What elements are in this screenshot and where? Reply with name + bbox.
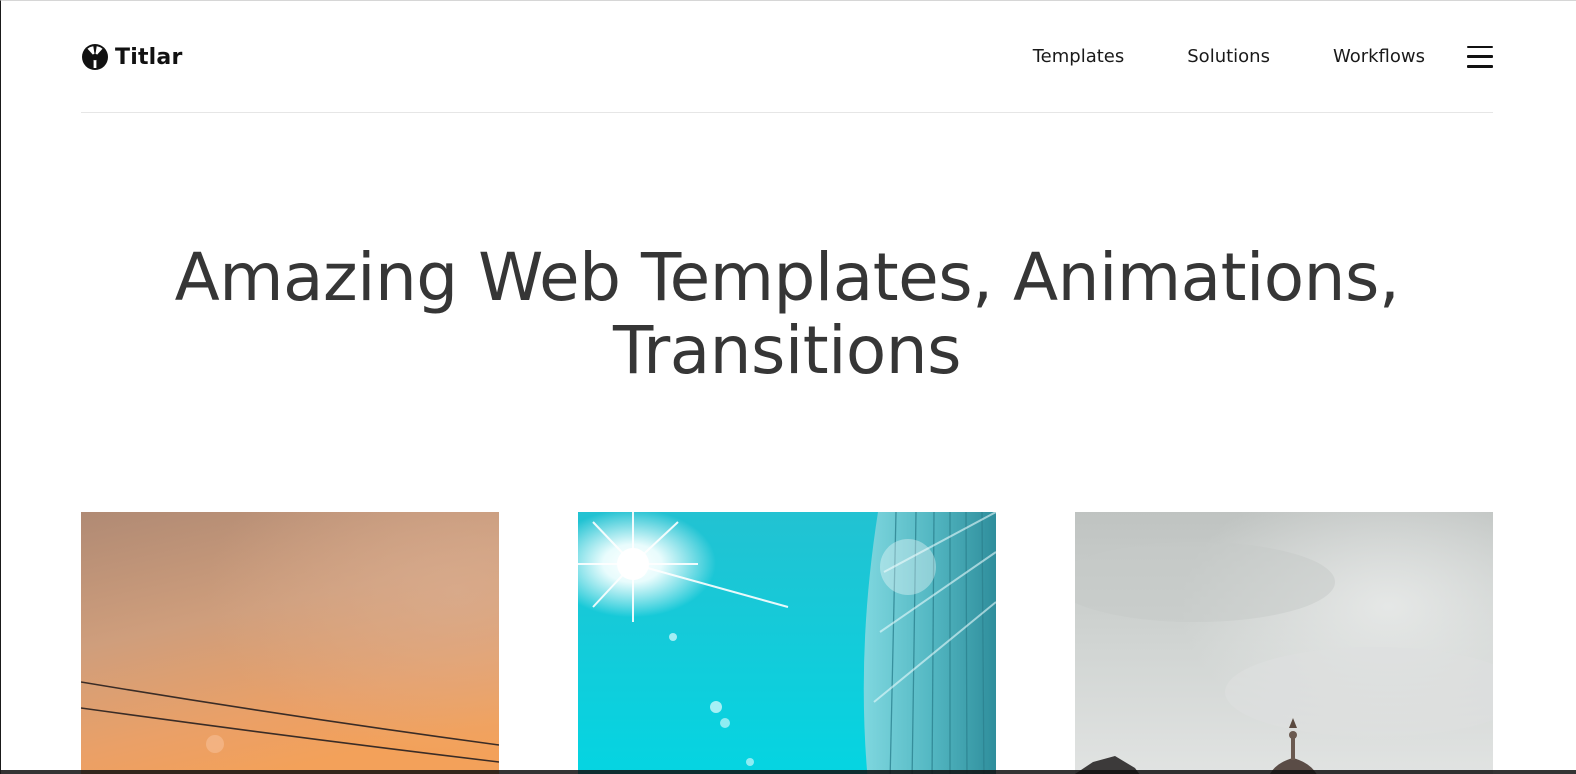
brand-link[interactable]: Titlar bbox=[81, 43, 183, 71]
template-card-1[interactable] bbox=[81, 512, 499, 774]
cloudy-sky-dome-image bbox=[1075, 512, 1493, 774]
sun-glass-building-image bbox=[578, 512, 996, 774]
hamburger-menu-icon[interactable] bbox=[1467, 45, 1493, 68]
hero-section: Amazing Web Templates, Animations, Trans… bbox=[81, 241, 1493, 387]
page-frame: Titlar Templates Solutions Workflows Ama… bbox=[0, 0, 1576, 774]
nav-item-templates[interactable]: Templates bbox=[1033, 47, 1125, 66]
orange-sunset-image bbox=[81, 512, 499, 774]
template-card-3[interactable] bbox=[1075, 512, 1493, 774]
menu-bar-middle bbox=[1467, 55, 1493, 58]
site-header: Titlar Templates Solutions Workflows bbox=[81, 1, 1493, 113]
hero-title-line-2: Transitions bbox=[612, 312, 962, 389]
nav-item-workflows[interactable]: Workflows bbox=[1333, 47, 1425, 66]
menu-bar-bottom bbox=[1467, 64, 1493, 68]
hero-title: Amazing Web Templates, Animations, Trans… bbox=[81, 241, 1493, 387]
brand-name: Titlar bbox=[115, 44, 183, 70]
hero-title-line-1: Amazing Web Templates, Animations, bbox=[174, 239, 1400, 316]
template-cards bbox=[81, 512, 1493, 774]
nav-item-solutions[interactable]: Solutions bbox=[1187, 47, 1270, 66]
menu-bar-top bbox=[1467, 45, 1493, 49]
main-nav: Templates Solutions Workflows bbox=[1033, 45, 1493, 68]
template-card-2[interactable] bbox=[578, 512, 996, 774]
titlar-logo-icon bbox=[82, 44, 108, 70]
